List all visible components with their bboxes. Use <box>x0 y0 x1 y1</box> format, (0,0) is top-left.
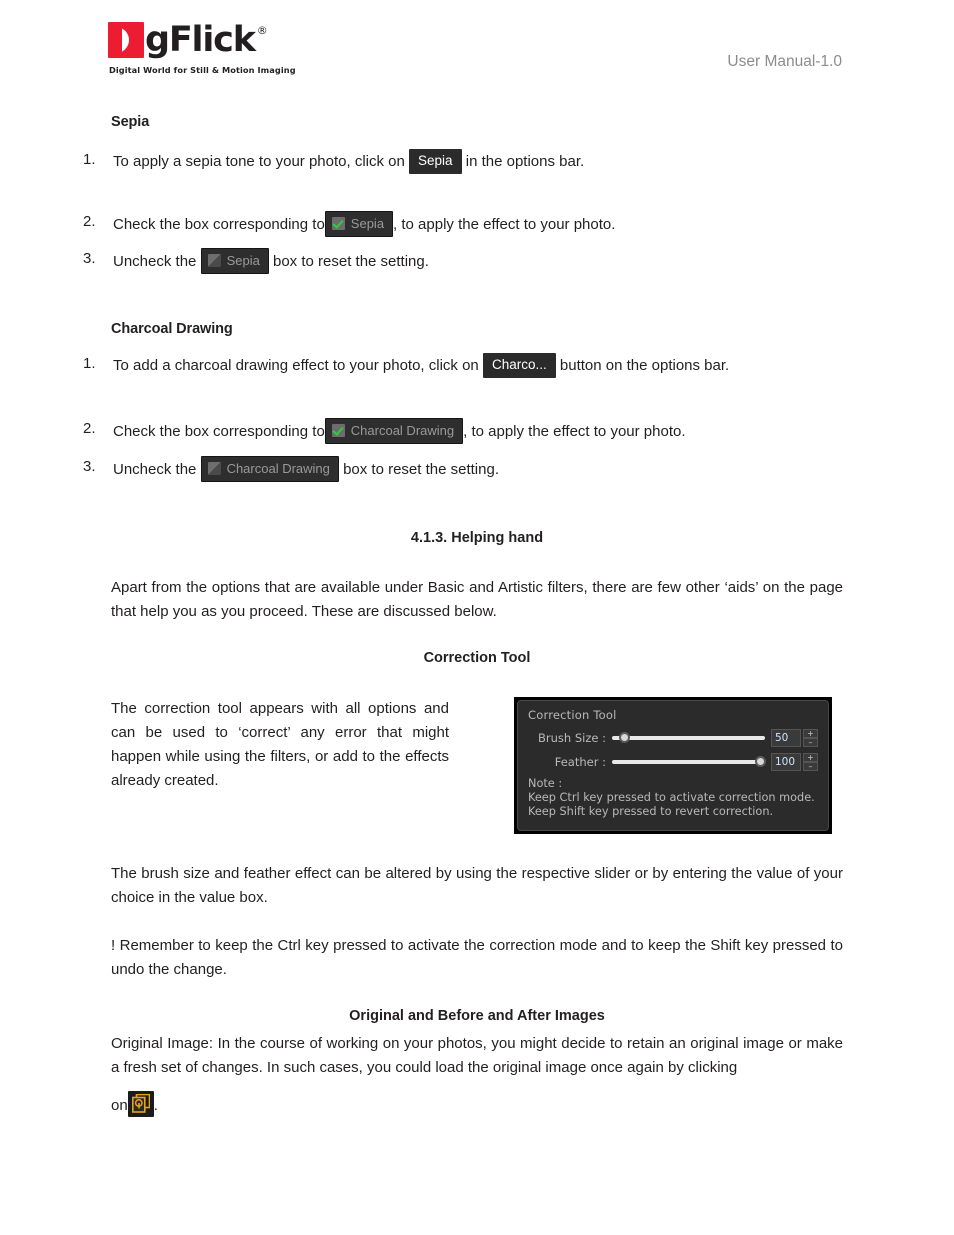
correction-tool-left-paragraph: The correction tool appears with all opt… <box>111 700 449 789</box>
brush-size-stepper[interactable]: 50 + – <box>771 729 818 747</box>
sepia-step-1-body: To apply a sepia tone to your photo, cli… <box>113 149 585 175</box>
original-image-click-line: on . <box>111 1091 158 1119</box>
sepia-step-3-body: Uncheck the Sepia box to reset the setti… <box>113 248 429 275</box>
charcoal-checkbox-checked-chip[interactable]: Charcoal Drawing <box>324 418 464 444</box>
charcoal-heading: Charcoal Drawing <box>111 321 233 337</box>
original-images-heading: Original and Before and After Images <box>349 1008 605 1024</box>
feather-slider[interactable] <box>612 754 767 770</box>
charcoal-checkbox-unchecked-chip[interactable]: Charcoal Drawing <box>200 456 339 482</box>
feather-slider-track <box>612 760 765 764</box>
sepia-step-1-number: 1. <box>83 151 96 168</box>
charcoal-checkbox-unchecked-label: Charcoal Drawing <box>226 461 330 476</box>
sepia-checkbox-unchecked-chip[interactable]: Sepia <box>200 248 269 274</box>
remember-note-paragraph: ! Remember to keep the Ctrl key pressed … <box>111 937 843 978</box>
sepia-step-2-number: 2. <box>83 213 96 230</box>
sepia-step-3-text-after: box to reset the setting. <box>272 252 429 270</box>
sentence-period: . <box>153 1096 158 1114</box>
charcoal-step-1: 1. To add a charcoal drawing effect to y… <box>83 353 730 379</box>
charcoal-step-1-body: To add a charcoal drawing effect to your… <box>113 353 730 379</box>
sepia-step-3-number: 3. <box>83 250 96 267</box>
brush-size-value[interactable]: 50 <box>771 729 801 747</box>
sepia-step-2-body: Check the box corresponding to Sepia , to … <box>113 211 616 238</box>
brush-size-slider[interactable] <box>612 730 765 746</box>
note-line-1: Keep Ctrl key pressed to activate correc… <box>528 791 815 804</box>
charcoal-step-2-number: 2. <box>83 420 96 437</box>
feather-row: Feather : 100 + – <box>528 751 818 773</box>
sepia-step-3-text-before: Uncheck the <box>113 252 197 270</box>
sepia-checkbox-checked-chip[interactable]: Sepia <box>324 211 394 237</box>
brush-size-slider-track <box>612 736 765 740</box>
feather-arrows[interactable]: + – <box>803 753 818 771</box>
sepia-step-1-text-before: To apply a sepia tone to your photo, cli… <box>113 153 405 171</box>
sepia-step-2-text-before: Check the box corresponding to <box>113 215 325 233</box>
correction-tool-panel[interactable]: Correction Tool Brush Size : 50 + – Feat… <box>514 697 832 834</box>
feather-stepper[interactable]: 100 + – <box>771 753 818 771</box>
sepia-step-1: 1. To apply a sepia tone to your photo, … <box>83 149 585 175</box>
brush-size-increment-icon[interactable]: + <box>803 729 818 738</box>
dgflick-logo: gFlick ® Digital World for Still & Motio… <box>108 22 368 75</box>
feather-increment-icon[interactable]: + <box>803 753 818 762</box>
correction-tool-note: Note : Keep Ctrl key pressed to activate… <box>528 777 818 819</box>
brush-size-label: Brush Size : <box>538 731 606 745</box>
charcoal-step-1-text-before: To add a charcoal drawing effect to your… <box>113 357 479 375</box>
on-word: on <box>111 1096 128 1114</box>
brush-size-arrows[interactable]: + – <box>803 729 818 747</box>
logo-wordmark: gFlick <box>145 20 256 60</box>
logo-d-mark <box>108 22 144 58</box>
helping-hand-heading: 4.1.3. Helping hand <box>410 530 544 546</box>
document-page: gFlick ® Digital World for Still & Motio… <box>0 0 954 1235</box>
helping-hand-paragraph: Apart from the options that are availabl… <box>111 579 843 620</box>
correction-tool-panel-title: Correction Tool <box>528 708 617 722</box>
charcoal-step-2-text-after: , to apply the effect to your photo. <box>463 422 686 440</box>
feather-label: Feather : <box>554 755 606 769</box>
sepia-step-3: 3. Uncheck the Sepia box to reset the se… <box>83 248 429 275</box>
sepia-step-2-text-after: , to apply the effect to your photo. <box>393 215 616 233</box>
feather-decrement-icon[interactable]: – <box>803 762 818 771</box>
brush-feather-paragraph: The brush size and feather effect can be… <box>111 865 843 906</box>
logo-tagline: Digital World for Still & Motion Imaging <box>109 65 296 75</box>
page-header: gFlick ® Digital World for Still & Motio… <box>0 22 954 84</box>
original-image-icon[interactable] <box>127 1091 154 1117</box>
charcoal-step-1-number: 1. <box>83 355 96 372</box>
correction-tool-heading: Correction Tool <box>423 650 531 666</box>
sepia-checkbox-unchecked-label: Sepia <box>226 253 260 268</box>
charcoal-step-1-text-after: button on the options bar. <box>559 357 730 375</box>
charcoal-step-3-body: Uncheck the Charcoal Drawing box to rese… <box>113 456 499 483</box>
charcoal-checkbox-checked-label: Charcoal Drawing <box>350 423 455 438</box>
feather-slider-handle[interactable] <box>755 756 767 767</box>
charcoal-step-3: 3. Uncheck the Charcoal Drawing box to r… <box>83 456 499 483</box>
sepia-button-chip[interactable]: Sepia <box>409 149 462 174</box>
charcoal-button-chip[interactable]: Charco... <box>482 353 556 378</box>
sepia-checkbox-checked-label: Sepia <box>350 216 385 231</box>
charcoal-step-3-text-before: Uncheck the <box>113 460 197 478</box>
logo-row: gFlick ® <box>108 22 368 60</box>
empty-checkbox-icon <box>207 462 221 475</box>
brush-size-row: Brush Size : 50 + – <box>528 727 818 749</box>
charcoal-step-3-number: 3. <box>83 458 96 475</box>
brush-size-slider-handle[interactable] <box>619 732 631 743</box>
charcoal-step-2: 2. Check the box corresponding to Charcoa… <box>83 418 686 445</box>
charcoal-step-2-text-before: Check the box corresponding to <box>113 422 325 440</box>
original-image-icon-glyph <box>131 1094 150 1113</box>
empty-checkbox-icon <box>207 254 221 267</box>
feather-value[interactable]: 100 <box>771 753 801 771</box>
charcoal-step-3-text-after: box to reset the setting. <box>343 460 499 478</box>
note-title: Note : <box>528 777 563 790</box>
original-image-paragraph: Original Image: In the course of working… <box>111 1035 843 1076</box>
registered-trademark-icon: ® <box>256 24 268 37</box>
sepia-step-1-text-after: in the options bar. <box>465 153 585 171</box>
sepia-step-2: 2. Check the box corresponding to Sepia , … <box>83 211 616 238</box>
brush-size-decrement-icon[interactable]: – <box>803 738 818 747</box>
correction-tool-panel-inner: Correction Tool Brush Size : 50 + – Feat… <box>517 700 829 831</box>
checkmark-icon <box>331 424 345 437</box>
checkmark-icon <box>331 217 345 230</box>
note-line-2: Keep Shift key pressed to revert correct… <box>528 805 774 818</box>
manual-version-label: User Manual-1.0 <box>727 53 842 70</box>
sepia-heading: Sepia <box>111 114 150 130</box>
charcoal-step-2-body: Check the box corresponding to Charcoal D… <box>113 418 686 445</box>
